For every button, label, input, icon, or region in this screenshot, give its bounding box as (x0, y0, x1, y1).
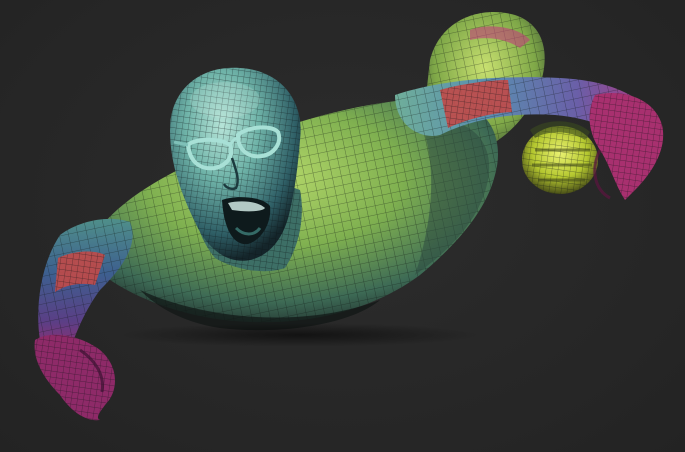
sculpt-render (34, 12, 664, 421)
ground-shadow (120, 323, 480, 347)
hand-left (34, 334, 116, 421)
shoe (522, 121, 598, 194)
sculpt-viewport[interactable] (0, 0, 685, 452)
hand-right (589, 93, 664, 200)
arm-left (38, 218, 133, 356)
